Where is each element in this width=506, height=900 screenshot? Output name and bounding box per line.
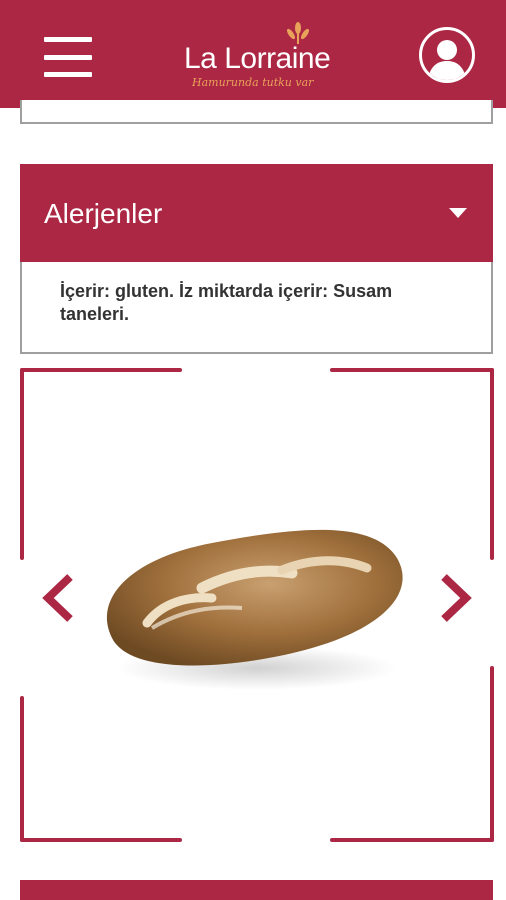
allergens-content: İçerir: gluten. İz miktarda içerir: Susa… bbox=[20, 262, 493, 354]
user-profile-icon[interactable] bbox=[419, 27, 475, 83]
hamburger-menu-icon[interactable] bbox=[44, 37, 92, 77]
chevron-right-icon[interactable] bbox=[438, 573, 474, 623]
chevron-left-icon[interactable] bbox=[40, 573, 76, 623]
allergens-text: İçerir: gluten. İz miktarda içerir: Susa… bbox=[60, 281, 393, 324]
product-image-carousel[interactable] bbox=[20, 368, 494, 842]
bread-loaf-photo bbox=[106, 529, 403, 690]
top-app-bar: La Lorraine Hamurunda tutku var bbox=[0, 0, 506, 108]
brand-logo[interactable]: La Lorraine Hamurunda tutku var bbox=[180, 22, 340, 92]
brand-name: La Lorraine bbox=[184, 42, 331, 75]
next-section-header[interactable] bbox=[20, 880, 493, 900]
brand-tagline: Hamurunda tutku var bbox=[192, 76, 314, 89]
previous-card-bottom bbox=[20, 100, 493, 124]
allergens-title: Alerjenler bbox=[44, 198, 163, 229]
caret-down-icon[interactable] bbox=[449, 208, 467, 218]
wheat-icon bbox=[286, 22, 310, 44]
allergens-accordion-header[interactable]: Alerjenler bbox=[20, 164, 493, 264]
